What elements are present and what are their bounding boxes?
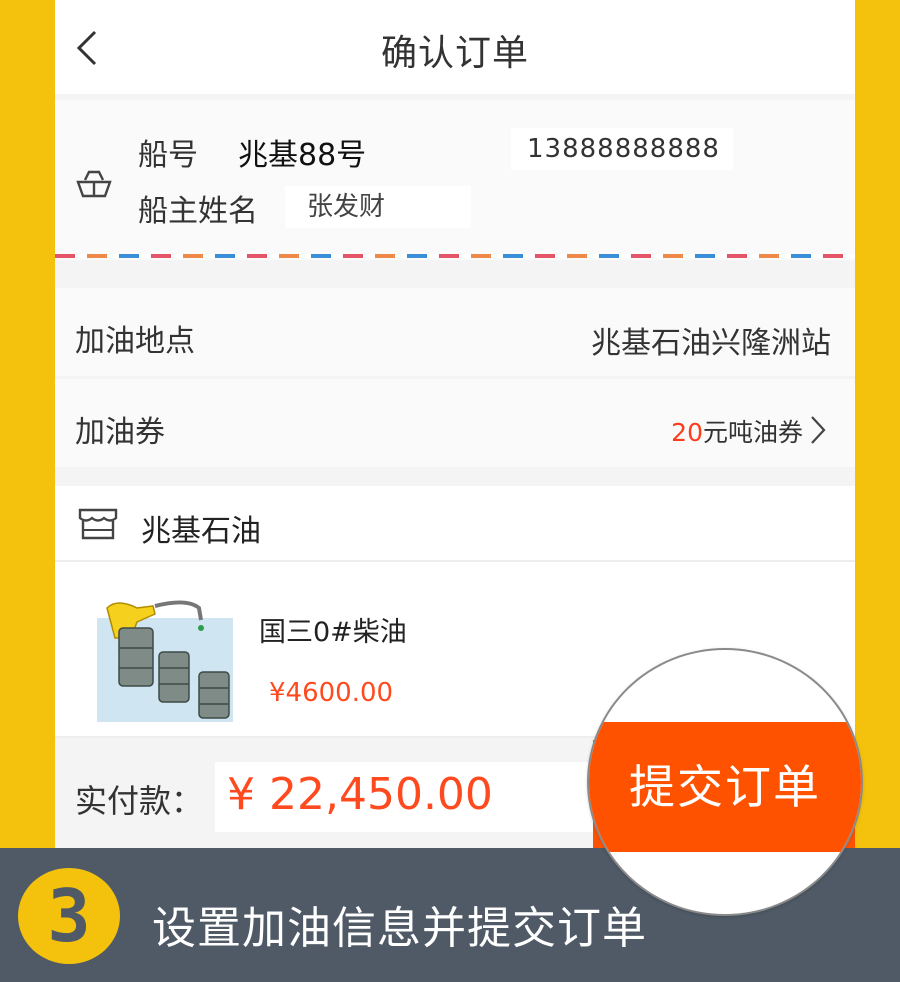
product-name: 国三0#柴油 [259,617,407,648]
step-number: 3 [47,874,91,958]
submit-order-button[interactable]: 提交订单 [589,722,861,852]
product-price: ¥4600.00 [269,678,394,708]
pay-label: 实付款： [75,782,204,820]
shop-icon [78,508,118,540]
ship-info-card: 船号 兆基88号 13888888888 船主姓名 张发财 [55,100,855,260]
owner-name-value: 张发财 [285,186,471,228]
location-row[interactable]: 加油地点 兆基石油兴隆洲站 [55,288,855,376]
page-title: 确认订单 [380,33,529,74]
airmail-divider [55,254,855,258]
magnifier-callout: 提交订单 [587,648,863,916]
coupon-value: 20元吨油券 [671,413,803,449]
pay-amount: ¥ 22,450.00 [215,762,595,832]
owner-phone: 13888888888 [511,128,733,170]
location-value: 兆基石油兴隆洲站 [591,326,831,361]
ship-number-label: 船号 [138,138,198,173]
location-label: 加油地点 [75,324,195,359]
ship-icon [76,170,112,198]
header: 确认订单 [55,0,855,94]
shop-header: 兆基石油 [55,486,855,562]
owner-name-label: 船主姓名 [138,194,258,229]
coupon-unit: 元吨油券 [702,418,803,447]
shop-name: 兆基石油 [141,514,261,549]
coupon-amount: 20 [671,418,703,447]
coupon-label: 加油券 [75,415,165,450]
ship-number-value: 兆基88号 [238,138,367,173]
fuel-product-image [97,600,233,722]
chevron-right-icon[interactable] [809,415,827,445]
instruction-text: 设置加油信息并提交订单 [152,903,647,954]
coupon-row[interactable]: 加油券 20元吨油券 [55,379,855,467]
step-badge: 3 [18,868,120,964]
